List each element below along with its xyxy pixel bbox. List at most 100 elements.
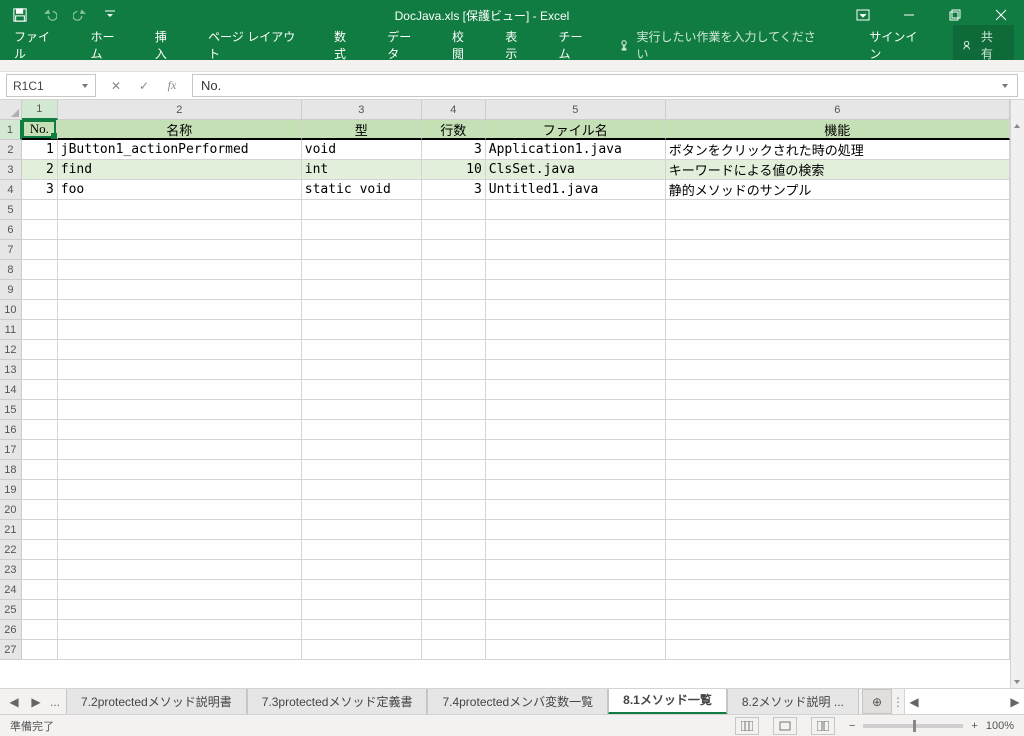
cell[interactable] — [58, 200, 302, 220]
cell[interactable] — [666, 520, 1010, 540]
cell[interactable] — [302, 300, 422, 320]
cell[interactable]: ファイル名 — [486, 120, 666, 140]
cell[interactable] — [58, 620, 302, 640]
ribbon-tab-1[interactable]: ホーム — [86, 30, 128, 60]
cell[interactable] — [22, 340, 58, 360]
row-header[interactable]: 17 — [0, 440, 22, 460]
cell[interactable] — [666, 300, 1010, 320]
column-header[interactable]: 5 — [486, 100, 666, 120]
cell[interactable] — [422, 600, 486, 620]
cell[interactable]: No. — [22, 120, 58, 140]
cell[interactable] — [422, 340, 486, 360]
column-header[interactable]: 1 — [22, 100, 58, 120]
redo-icon[interactable] — [66, 2, 94, 28]
cell[interactable] — [422, 440, 486, 460]
cell[interactable] — [58, 440, 302, 460]
cell[interactable] — [486, 420, 666, 440]
cell[interactable] — [486, 200, 666, 220]
cell[interactable] — [422, 380, 486, 400]
cell[interactable] — [666, 440, 1010, 460]
cell[interactable] — [58, 380, 302, 400]
scroll-left-icon[interactable]: ◀ — [907, 695, 921, 709]
cell[interactable] — [666, 500, 1010, 520]
cell[interactable]: 3 — [422, 180, 486, 200]
chevron-down-icon[interactable] — [81, 82, 89, 90]
view-page-break-icon[interactable] — [811, 717, 835, 735]
sheet-nav-next-icon[interactable]: ▶ — [28, 695, 44, 709]
ribbon-tab-4[interactable]: 数式 — [330, 30, 361, 60]
cell[interactable] — [422, 220, 486, 240]
cell[interactable] — [666, 540, 1010, 560]
formula-bar-input[interactable]: No. — [192, 74, 1018, 97]
cell[interactable] — [58, 260, 302, 280]
cell[interactable]: void — [302, 140, 422, 160]
row-header[interactable]: 9 — [0, 280, 22, 300]
cell[interactable] — [422, 300, 486, 320]
sign-in-link[interactable]: サインイン — [865, 30, 931, 60]
cell[interactable] — [302, 320, 422, 340]
cell[interactable] — [666, 360, 1010, 380]
row-header[interactable]: 24 — [0, 580, 22, 600]
row-header[interactable]: 11 — [0, 320, 22, 340]
cell[interactable] — [486, 240, 666, 260]
scroll-down-icon[interactable] — [1013, 678, 1021, 686]
cell[interactable] — [422, 260, 486, 280]
cell[interactable] — [302, 220, 422, 240]
cell[interactable] — [486, 340, 666, 360]
cell[interactable] — [666, 620, 1010, 640]
row-header[interactable]: 26 — [0, 620, 22, 640]
cell[interactable] — [302, 360, 422, 380]
cell[interactable] — [422, 320, 486, 340]
minimize-button[interactable] — [886, 0, 932, 30]
cell[interactable] — [302, 620, 422, 640]
cell[interactable] — [666, 460, 1010, 480]
cell[interactable] — [422, 400, 486, 420]
cell[interactable] — [666, 260, 1010, 280]
cell[interactable] — [486, 280, 666, 300]
cell[interactable] — [422, 620, 486, 640]
row-header[interactable]: 15 — [0, 400, 22, 420]
cell[interactable]: static void — [302, 180, 422, 200]
cell[interactable] — [22, 500, 58, 520]
cell[interactable] — [666, 340, 1010, 360]
row-header[interactable]: 7 — [0, 240, 22, 260]
fx-icon[interactable]: fx — [158, 74, 186, 98]
cell[interactable] — [486, 620, 666, 640]
ribbon-display-options-icon[interactable] — [840, 0, 886, 30]
cell[interactable]: 3 — [422, 140, 486, 160]
cell[interactable] — [486, 300, 666, 320]
cell[interactable] — [302, 240, 422, 260]
cell[interactable] — [58, 220, 302, 240]
cell[interactable] — [58, 560, 302, 580]
cell[interactable] — [486, 320, 666, 340]
cell[interactable] — [58, 580, 302, 600]
row-header[interactable]: 22 — [0, 540, 22, 560]
cell[interactable]: 静的メソッドのサンプル — [666, 180, 1010, 200]
select-all-button[interactable] — [0, 100, 22, 120]
row-header[interactable]: 3 — [0, 160, 22, 180]
row-header[interactable]: 8 — [0, 260, 22, 280]
cell[interactable] — [58, 340, 302, 360]
cell[interactable] — [422, 240, 486, 260]
scroll-up-icon[interactable] — [1013, 122, 1021, 130]
cell[interactable] — [22, 560, 58, 580]
row-header[interactable]: 18 — [0, 460, 22, 480]
cell[interactable] — [22, 580, 58, 600]
row-header[interactable]: 4 — [0, 180, 22, 200]
cell[interactable] — [486, 600, 666, 620]
view-normal-icon[interactable] — [735, 717, 759, 735]
cell[interactable] — [302, 520, 422, 540]
ribbon-tab-6[interactable]: 校閲 — [448, 30, 479, 60]
vertical-scrollbar[interactable] — [1010, 120, 1024, 688]
share-button[interactable]: 共有 — [953, 25, 1014, 65]
cell[interactable] — [422, 280, 486, 300]
formula-cancel-icon[interactable]: ✕ — [102, 74, 130, 98]
cell[interactable] — [302, 580, 422, 600]
cell[interactable]: 型 — [302, 120, 422, 140]
cell[interactable] — [666, 480, 1010, 500]
cell[interactable] — [302, 380, 422, 400]
cell[interactable] — [486, 520, 666, 540]
cell[interactable] — [302, 440, 422, 460]
cell[interactable] — [666, 200, 1010, 220]
name-box[interactable]: R1C1 — [6, 74, 96, 97]
